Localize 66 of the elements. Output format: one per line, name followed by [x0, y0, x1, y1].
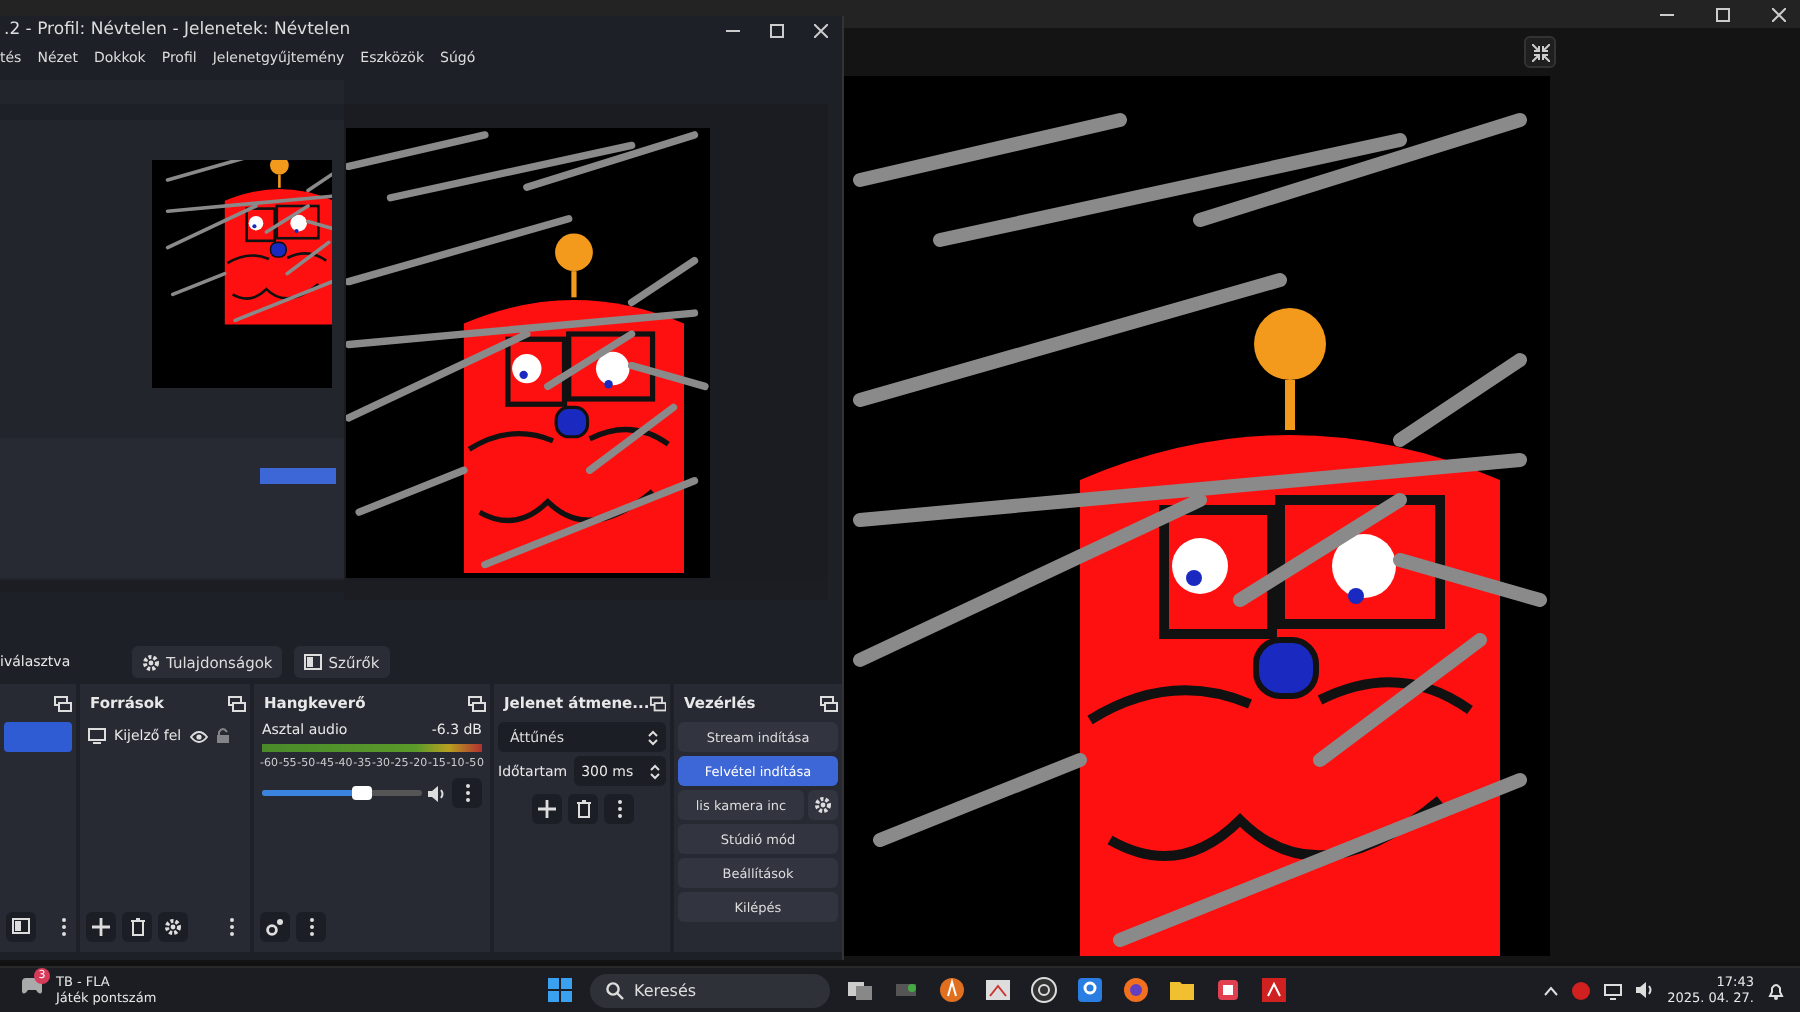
speaker-icon[interactable]	[1635, 982, 1654, 998]
maximize-icon	[769, 23, 783, 37]
search-placeholder: Keresés	[634, 981, 697, 999]
app-button[interactable]	[1074, 974, 1106, 1006]
speaker-icon[interactable]	[428, 785, 446, 801]
undock-icon[interactable]	[649, 695, 666, 711]
filter-button[interactable]	[6, 911, 36, 941]
trash-icon	[575, 799, 591, 817]
collapse-arrows-icon	[1531, 43, 1549, 61]
close-icon	[1771, 7, 1785, 21]
up-down-icon	[648, 729, 658, 745]
up-down-icon	[650, 763, 660, 779]
app-icon	[1076, 976, 1104, 1004]
add-icon	[92, 917, 110, 935]
padlock-icon[interactable]	[215, 728, 230, 744]
browser-button[interactable]	[1120, 974, 1152, 1006]
settings-icon	[142, 653, 160, 671]
chevron-up-icon[interactable]	[1543, 985, 1558, 995]
close-icon	[813, 23, 827, 37]
undock-icon[interactable]	[54, 695, 72, 711]
trash-icon	[129, 917, 145, 935]
app-icon	[1030, 976, 1058, 1004]
more-button[interactable]	[604, 793, 634, 823]
app-icon	[938, 976, 966, 1004]
remove-button[interactable]	[568, 793, 598, 823]
undock-icon[interactable]	[820, 695, 838, 711]
app-icon	[1260, 976, 1288, 1004]
monitor-icon	[88, 728, 106, 744]
window-title: .2 - Profil: Névtelen - Jelenetek: Névtelen	[4, 20, 351, 40]
app-button[interactable]	[1028, 974, 1060, 1006]
settings-icon	[814, 796, 832, 814]
browser-icon	[1122, 976, 1150, 1004]
exit-fullscreen-button[interactable]	[1524, 36, 1556, 68]
start-button[interactable]	[544, 974, 576, 1006]
start-icon	[546, 976, 574, 1004]
app-icon	[984, 976, 1012, 1004]
add-button[interactable]	[86, 911, 116, 941]
add-icon	[538, 799, 556, 817]
app-icon	[1214, 976, 1242, 1004]
volume-slider[interactable]	[262, 790, 422, 796]
tray-app-icon[interactable]	[1571, 981, 1590, 999]
undock-icon[interactable]	[468, 695, 486, 711]
gears-icon	[266, 917, 284, 935]
settings-icon	[164, 917, 182, 935]
more-button[interactable]	[452, 778, 482, 808]
filter-icon	[12, 918, 30, 934]
search-field[interactable]: Keresés	[590, 973, 830, 1007]
game-controller-icon[interactable]	[20, 976, 44, 996]
bell-icon[interactable]	[1768, 981, 1784, 999]
app-button[interactable]	[982, 974, 1014, 1006]
maximize-icon	[1715, 7, 1729, 21]
undock-icon[interactable]	[228, 695, 246, 711]
add-button[interactable]	[532, 793, 562, 823]
advanced-audio-button[interactable]	[260, 911, 290, 941]
app-button[interactable]	[1258, 974, 1290, 1006]
folder-icon	[1168, 976, 1196, 1004]
search-icon	[606, 981, 624, 999]
eye-icon[interactable]	[189, 729, 208, 743]
more-button[interactable]	[296, 911, 326, 941]
app-button[interactable]	[1212, 974, 1244, 1006]
settings-button[interactable]	[808, 790, 838, 820]
remove-button[interactable]	[122, 911, 152, 941]
settings-button[interactable]	[158, 911, 188, 941]
filter-icon	[304, 654, 323, 670]
task-view-icon	[846, 976, 874, 1004]
app-button[interactable]	[936, 974, 968, 1006]
